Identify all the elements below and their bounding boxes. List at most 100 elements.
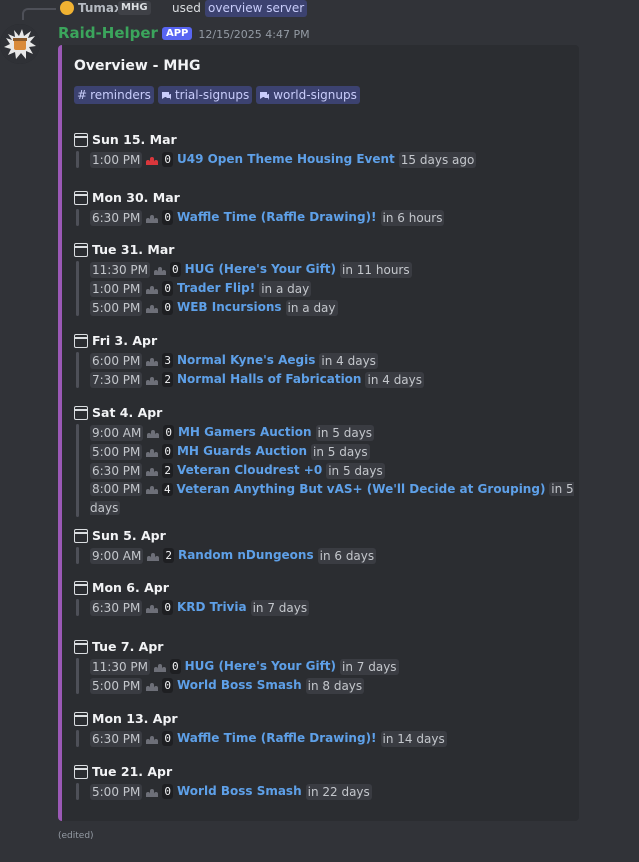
relative-time: in 4 days bbox=[319, 352, 378, 369]
event-link[interactable]: MH Guards Auction bbox=[177, 442, 307, 461]
day-label: Sun 5. Apr bbox=[92, 528, 166, 543]
relative-time: in 7 days bbox=[250, 599, 310, 616]
signup-count: 2 bbox=[162, 372, 173, 387]
event-row: 6:30 PM 0 Waffle Time (Raffle Drawing)! in … bbox=[90, 208, 445, 227]
event-link[interactable]: Veteran Cloudrest +0 bbox=[177, 461, 322, 480]
signup-count: 0 bbox=[170, 659, 181, 674]
signup-count: 0 bbox=[162, 731, 173, 746]
event-link[interactable]: Normal Halls of Fabrication bbox=[177, 370, 362, 389]
channel-links: # reminders trial-signups world-signups bbox=[74, 86, 360, 104]
event-link[interactable]: Waffle Time (Raffle Drawing)! bbox=[177, 208, 377, 227]
reply-username[interactable]: Tumax bbox=[78, 0, 122, 17]
signup-count: 0 bbox=[163, 425, 174, 440]
event-time: 1:00 PM bbox=[90, 280, 143, 297]
day-header: Fri 3. Apr bbox=[74, 331, 424, 351]
event-link[interactable]: U49 Open Theme Housing Event bbox=[177, 150, 395, 169]
day-section: Sun 5. Apr 9:00 AM 2 Random nDungeons in 6 d… bbox=[74, 526, 377, 565]
event-quote-block: 1:00 PM 0 U49 Open Theme Housing Event 15 d… bbox=[74, 150, 477, 169]
day-header: Mon 6. Apr bbox=[74, 578, 309, 598]
event-row: 1:00 PM 0 U49 Open Theme Housing Event 15 d… bbox=[90, 150, 477, 169]
forum-icon bbox=[260, 91, 270, 100]
relative-time: in 6 hours bbox=[380, 209, 445, 226]
forum-icon bbox=[161, 91, 171, 100]
calendar-icon bbox=[74, 712, 88, 726]
signup-count: 0 bbox=[162, 210, 173, 225]
event-row: 5:00 PM 0 World Boss Smash in 8 days bbox=[90, 676, 399, 695]
event-link[interactable]: MH Gamers Auction bbox=[178, 423, 312, 442]
event-link[interactable]: Veteran Anything But vAS+ (We'll Decide … bbox=[176, 482, 545, 496]
signup-users-icon bbox=[146, 603, 159, 613]
event-row: 5:00 PM 0 MH Guards Auction in 5 days bbox=[90, 442, 579, 461]
day-section: Tue 31. Mar 11:30 PM 0 HUG (Here's Your Gif… bbox=[74, 240, 412, 317]
event-time: 6:00 PM bbox=[90, 352, 143, 369]
signup-count: 0 bbox=[162, 281, 173, 296]
channel-link-trial-signups[interactable]: trial-signups bbox=[157, 86, 253, 104]
event-row: 6:00 PM 3 Normal Kyne's Aegis in 4 days bbox=[90, 351, 424, 370]
signup-count: 0 bbox=[162, 600, 173, 615]
event-quote-block: 11:30 PM 0 HUG (Here's Your Gift) in 11 hou… bbox=[74, 260, 412, 317]
calendar-icon bbox=[74, 529, 88, 543]
message-timestamp[interactable]: 12/15/2025 4:47 PM bbox=[198, 28, 309, 41]
quote-bar bbox=[76, 209, 79, 226]
quote-bar bbox=[76, 730, 79, 747]
event-time: 6:30 PM bbox=[90, 599, 143, 616]
day-header: Tue 7. Apr bbox=[74, 637, 399, 657]
signup-users-icon bbox=[146, 484, 159, 494]
event-link[interactable]: Random nDungeons bbox=[178, 546, 314, 565]
event-link[interactable]: Waffle Time (Raffle Drawing)! bbox=[177, 729, 377, 748]
event-quote-block: 9:00 AM 2 Random nDungeons in 6 days bbox=[74, 546, 377, 565]
event-link[interactable]: Normal Kyne's Aegis bbox=[177, 351, 315, 370]
quote-bar bbox=[76, 658, 79, 694]
day-label: Tue 31. Mar bbox=[92, 242, 175, 257]
day-label: Mon 6. Apr bbox=[92, 580, 169, 595]
day-section: Mon 6. Apr 6:30 PM 0 KRD Trivia in 7 days bbox=[74, 578, 310, 617]
command-mention[interactable]: overview server bbox=[205, 0, 308, 17]
calendar-icon bbox=[74, 191, 88, 205]
signup-users-icon bbox=[146, 734, 159, 744]
message-header: Raid-Helper APP 12/15/2025 4:47 PM bbox=[58, 24, 310, 42]
quote-bar bbox=[76, 547, 79, 564]
event-link[interactable]: HUG (Here's Your Gift) bbox=[185, 657, 336, 676]
day-header: Tue 31. Mar bbox=[74, 240, 412, 260]
calendar-icon bbox=[74, 406, 88, 420]
event-time: 6:30 PM bbox=[90, 462, 143, 479]
event-time: 8:00 PM bbox=[90, 482, 143, 496]
day-header: Mon 30. Mar bbox=[74, 188, 444, 208]
signup-count: 0 bbox=[170, 262, 181, 277]
relative-time: 15 days ago bbox=[398, 151, 477, 168]
reply-spine bbox=[22, 8, 56, 20]
day-label: Mon 13. Apr bbox=[92, 711, 178, 726]
signup-users-icon bbox=[146, 375, 159, 385]
day-section: Mon 30. Mar 6:30 PM 0 Waffle Time (Raffle D… bbox=[74, 188, 445, 227]
app-badge: APP bbox=[161, 27, 193, 40]
event-link[interactable]: HUG (Here's Your Gift) bbox=[185, 260, 336, 279]
event-link[interactable]: World Boss Smash bbox=[177, 782, 302, 801]
event-link[interactable]: KRD Trivia bbox=[177, 598, 247, 617]
event-time: 7:30 PM bbox=[90, 371, 143, 388]
reply-avatar[interactable] bbox=[60, 1, 74, 15]
event-quote-block: 6:00 PM 3 Normal Kyne's Aegis in 4 days 7:30… bbox=[74, 351, 425, 389]
signup-users-icon bbox=[146, 303, 159, 313]
channel-link-reminders[interactable]: # reminders bbox=[74, 86, 154, 104]
event-time: 5:00 PM bbox=[90, 677, 143, 694]
event-time: 5:00 PM bbox=[90, 783, 143, 800]
event-quote-block: 5:00 PM 0 World Boss Smash in 22 days bbox=[74, 782, 372, 801]
event-link[interactable]: Trader Flip! bbox=[177, 279, 255, 298]
signup-count: 0 bbox=[162, 152, 173, 167]
signup-count: 4 bbox=[162, 483, 173, 496]
reply-context[interactable]: Tumax MHG used overview server bbox=[0, 0, 639, 20]
signup-users-icon bbox=[146, 447, 159, 457]
signup-count: 0 bbox=[162, 678, 173, 693]
event-link[interactable]: WEB Incursions bbox=[177, 298, 282, 317]
event-link[interactable]: World Boss Smash bbox=[177, 676, 302, 695]
signup-users-icon bbox=[146, 155, 159, 165]
signup-count: 0 bbox=[162, 444, 173, 459]
event-quote-block: 9:00 AM 0 MH Gamers Auction in 5 days 5:00 P… bbox=[74, 423, 579, 518]
relative-time: in 7 days bbox=[340, 658, 399, 675]
event-time: 9:00 AM bbox=[90, 547, 144, 564]
relative-time: in 5 days bbox=[311, 443, 370, 460]
channel-link-world-signups[interactable]: world-signups bbox=[256, 86, 360, 104]
bot-avatar[interactable] bbox=[0, 24, 40, 64]
author-name[interactable]: Raid-Helper bbox=[58, 24, 158, 42]
quote-bar bbox=[76, 261, 79, 316]
